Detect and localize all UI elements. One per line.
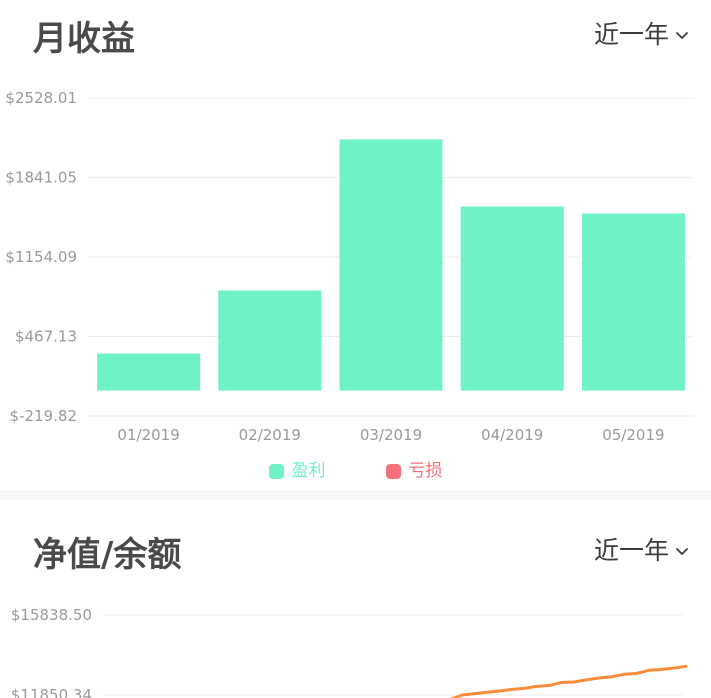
bar bbox=[581, 213, 685, 391]
bar bbox=[218, 290, 322, 391]
monthly-earnings-card: 月收益 近一年 $-219.82 $467.13 $1154.09 $1841.05 $… bbox=[0, 0, 711, 490]
legend-item-loss[interactable]: 亏损 bbox=[385, 461, 443, 481]
bar-chart-legend: 盈利 亏损 bbox=[0, 463, 711, 480]
y-tick-label: $1841.05 bbox=[5, 169, 77, 187]
legend-swatch-profit bbox=[268, 464, 284, 479]
legend-item-profit[interactable]: 盈利 bbox=[268, 461, 326, 481]
bar bbox=[460, 206, 564, 391]
bar bbox=[339, 139, 443, 391]
x-tick-label: 05/2019 bbox=[602, 426, 664, 444]
y-tick-label: $1154.09 bbox=[5, 248, 77, 266]
x-tick-label: 03/2019 bbox=[360, 426, 422, 444]
x-tick-label: 04/2019 bbox=[481, 426, 543, 444]
networth-line bbox=[449, 664, 688, 698]
networth-card: 净值/余额 近一年 $11850.34 $15838.50 bbox=[0, 500, 711, 698]
y-tick-label: $2528.01 bbox=[5, 89, 77, 107]
x-tick-label: 02/2019 bbox=[239, 426, 301, 444]
y-tick-label: $467.13 bbox=[15, 328, 77, 346]
monthly-bar-chart: $-219.82 $467.13 $1154.09 $1841.05 $2528.01 0… bbox=[5, 89, 694, 444]
y-tick-label: $15838.50 bbox=[11, 606, 92, 624]
y-tick-label: $-219.82 bbox=[10, 407, 77, 425]
bar bbox=[97, 353, 201, 391]
legend-label-profit: 盈利 bbox=[291, 461, 326, 481]
legend-label-loss: 亏损 bbox=[408, 461, 443, 481]
x-tick-label: 01/2019 bbox=[117, 426, 179, 444]
card-separator bbox=[0, 490, 711, 500]
y-tick-label: $11850.34 bbox=[11, 686, 92, 698]
networth-line-chart: $11850.34 $15838.50 bbox=[11, 606, 688, 698]
legend-swatch-loss bbox=[385, 464, 401, 479]
